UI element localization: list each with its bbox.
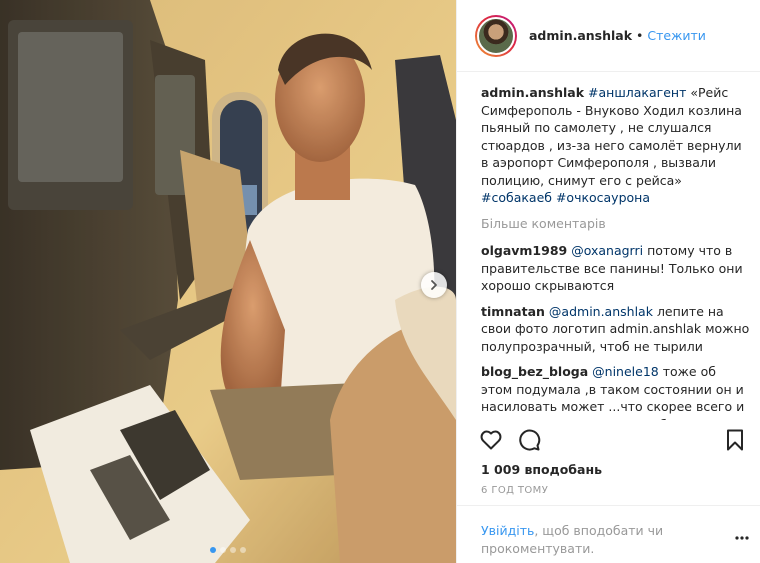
comments-list: admin.anshlak #аншлакагент «Рейс Симферо…	[481, 84, 751, 420]
load-more-comments[interactable]: Більше коментарів	[481, 215, 751, 233]
carousel-dot	[240, 547, 246, 553]
post-photo[interactable]	[0, 0, 456, 563]
avatar[interactable]	[475, 14, 517, 57]
carousel-dot	[220, 547, 226, 553]
list-item: timnatan @admin.anshlak лепите на свои ф…	[481, 303, 751, 356]
action-bar	[479, 428, 747, 456]
avatar-image	[477, 16, 515, 55]
likes-count[interactable]: 1 009 вподобань	[481, 462, 602, 477]
comment-username[interactable]: timnatan	[481, 304, 545, 319]
comment-username[interactable]: blog_bez_bloga	[481, 364, 588, 379]
caption-hashtag[interactable]: #аншлакагент	[588, 85, 686, 100]
carousel-next-button[interactable]	[421, 272, 447, 298]
follow-button[interactable]: Стежити	[647, 28, 706, 43]
login-prompt: Увійдіть, щоб вподобати чи прокоментуват…	[457, 505, 760, 563]
comment-icon[interactable]	[517, 428, 541, 452]
post-sidebar: admin.anshlak • Стежити admin.anshlak #а…	[456, 0, 760, 563]
caption: admin.anshlak #аншлакагент «Рейс Симферо…	[481, 84, 751, 207]
comment-mention[interactable]: @oxanagrri	[571, 243, 643, 258]
carousel-dot	[230, 547, 236, 553]
list-item: blog_bez_bloga @ninele18 тоже об этом по…	[481, 363, 751, 420]
header-username[interactable]: admin.anshlak	[529, 28, 632, 43]
comment-mention[interactable]: @ninele18	[592, 364, 659, 379]
carousel-dot	[210, 547, 216, 553]
comment-mention[interactable]: @admin.anshlak	[549, 304, 653, 319]
post-timestamp[interactable]: 6 год тому	[481, 485, 548, 496]
bookmark-icon[interactable]	[723, 428, 747, 452]
login-prompt-text: Увійдіть, щоб вподобати чи прокоментуват…	[481, 522, 711, 558]
caption-text: «Рейс Симферополь - Внуково Ходил козлин…	[481, 85, 742, 188]
post-header: admin.anshlak • Стежити	[457, 0, 760, 72]
caption-username[interactable]: admin.anshlak	[481, 85, 584, 100]
list-item: olgavm1989 @oxanagrri потому что в прави…	[481, 242, 751, 295]
more-options-icon[interactable]	[735, 535, 749, 541]
comment-username[interactable]: olgavm1989	[481, 243, 567, 258]
separator-dot: •	[636, 28, 644, 43]
chevron-right-icon	[431, 280, 437, 290]
heart-icon[interactable]	[479, 428, 503, 452]
airplane-cabin-image	[0, 0, 456, 563]
carousel-indicator	[0, 547, 456, 553]
login-link[interactable]: Увійдіть	[481, 523, 534, 538]
caption-hashtags-end[interactable]: #собакаеб #очкосаурона	[481, 190, 650, 205]
